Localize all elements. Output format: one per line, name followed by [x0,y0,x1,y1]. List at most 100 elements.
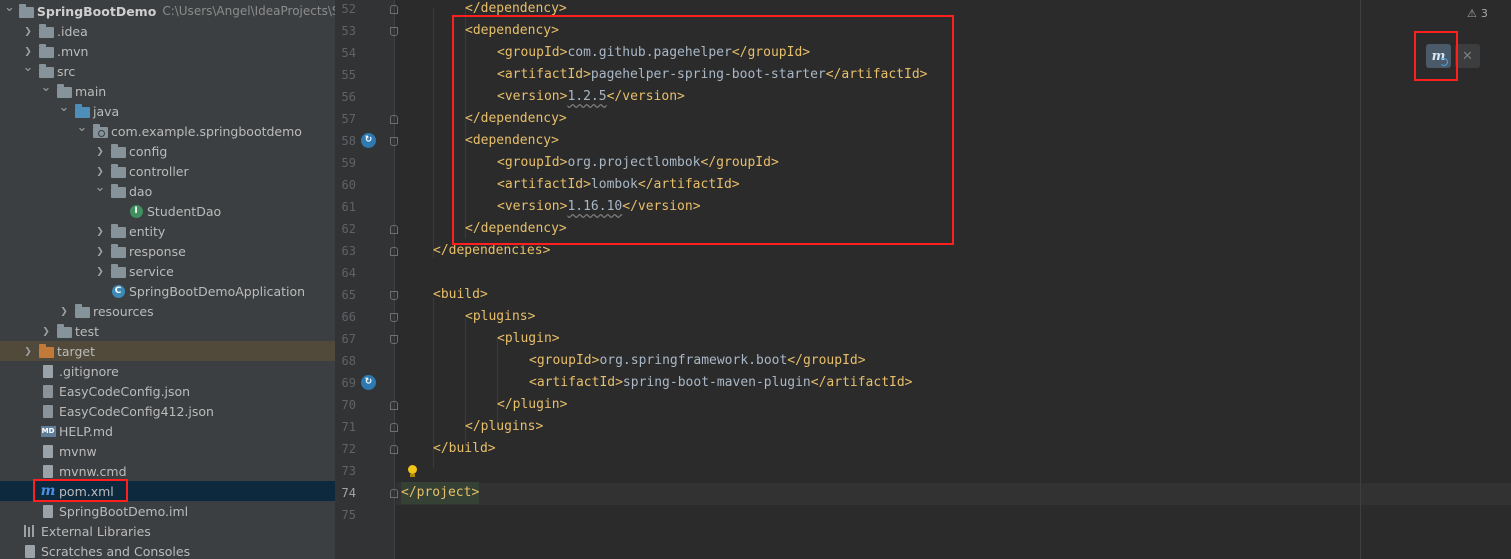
fold-marker-icon[interactable] [390,137,398,146]
code-line[interactable]: </dependency> [465,0,567,20]
chevron-right-icon[interactable] [22,26,34,37]
tree-item-easycodeconfig[interactable]: EasyCodeConfig.json [0,381,335,401]
code-line[interactable]: <version>1.16.10</version> [497,196,701,218]
fold-marker-icon[interactable] [390,401,398,410]
resources-folder-icon [74,303,90,318]
tree-item-main[interactable]: main [0,81,335,101]
chevron-right-icon[interactable] [40,326,52,337]
chevron-down-icon[interactable] [22,64,34,79]
inspection-widget[interactable]: ⚠ 3 [1467,7,1488,20]
fold-marker-icon[interactable] [390,291,398,300]
close-icon[interactable]: ✕ [1455,44,1480,68]
refresh-icon [1440,58,1448,66]
code-line[interactable]: <version>1.2.5</version> [497,86,685,108]
code-line[interactable]: <artifactId>pagehelper-spring-boot-start… [497,64,927,86]
tree-item-config[interactable]: config [0,141,335,161]
chevron-right-icon[interactable] [94,226,106,237]
xml-tag: <plugins> [465,309,536,324]
tree-item-target[interactable]: target [0,341,335,361]
fold-marker-icon[interactable] [390,247,398,256]
chevron-right-icon[interactable] [94,166,106,177]
tree-item-pom[interactable]: m pom.xml [0,481,335,501]
line-number: 75 [341,508,356,522]
code-line[interactable]: </project> [401,482,480,504]
chevron-down-icon[interactable] [58,104,70,119]
chevron-down-icon[interactable] [94,184,106,199]
code-line[interactable]: <artifactId>spring-boot-maven-plugin</ar… [529,372,913,394]
xml-text: org.springframework.boot [599,353,788,368]
code-line[interactable]: <plugin> [497,328,560,350]
tree-item-mvnw-cmd[interactable]: mvnw.cmd [0,461,335,481]
chevron-down-icon[interactable] [4,4,15,19]
tree-item-package[interactable]: com.example.springbootdemo [0,121,335,141]
lightbulb-icon[interactable] [407,465,418,477]
tree-item-src[interactable]: src [0,61,335,81]
tree-item-gitignore[interactable]: .gitignore [0,361,335,381]
plugin-gutter-icon[interactable]: ↻ [361,375,376,390]
maven-reload-button[interactable]: m [1426,44,1451,68]
tree-item-iml[interactable]: SpringBootDemo.iml [0,501,335,521]
code-line[interactable]: <groupId>com.github.pagehelper</groupId> [497,42,810,64]
tree-item-resources[interactable]: resources [0,301,335,321]
line-number: 55 [341,68,356,82]
code-line[interactable]: <dependency> [465,130,559,152]
code-line[interactable]: </dependencies> [433,240,550,262]
tree-item-mvn[interactable]: .mvn [0,41,335,61]
tree-item-mvnw[interactable]: mvnw [0,441,335,461]
code-line[interactable]: <groupId>org.springframework.boot</group… [529,350,866,372]
tree-item-label: main [75,83,107,99]
fold-marker-icon[interactable] [390,115,398,124]
line-number: 67 [341,332,356,346]
project-path: C:\Users\Angel\IdeaProjects\Sp [162,4,335,18]
tree-item-help[interactable]: MD HELP.md [0,421,335,441]
fold-marker-icon[interactable] [390,489,398,498]
tree-item-idea[interactable]: .idea [0,21,335,41]
file-icon [40,464,56,478]
chevron-right-icon[interactable] [22,346,34,357]
chevron-right-icon[interactable] [94,266,106,277]
project-name: SpringBootDemo [36,3,157,19]
xml-tag: <groupId> [529,353,600,368]
tree-item-external-libraries[interactable]: External Libraries [0,521,335,541]
xml-tag: </version> [606,89,685,104]
fold-marker-icon[interactable] [390,225,398,234]
tree-item-test[interactable]: test [0,321,335,341]
fold-marker-icon[interactable] [390,445,398,454]
chevron-down-icon[interactable] [40,84,52,99]
fold-marker-icon[interactable] [390,27,398,36]
chevron-right-icon[interactable] [22,46,34,57]
tree-item-entity[interactable]: entity [0,221,335,241]
fold-marker-icon[interactable] [390,313,398,322]
code-line[interactable]: <plugins> [465,306,535,328]
tree-item-controller[interactable]: controller [0,161,335,181]
chevron-down-icon[interactable] [76,124,88,139]
chevron-right-icon[interactable] [94,246,106,257]
code-line[interactable]: <artifactId>lombok</artifactId> [497,174,740,196]
tree-item-studentdao[interactable]: I StudentDao [0,201,335,221]
code-line[interactable]: </plugin> [497,394,567,416]
code-line[interactable]: </dependency> [465,218,567,240]
dependency-gutter-icon[interactable]: ↻ [361,133,376,148]
code-line[interactable]: <build> [433,284,488,306]
code-line[interactable]: </dependency> [465,108,567,130]
code-line[interactable]: </build> [433,438,496,460]
code-line[interactable]: <dependency> [465,20,559,42]
tree-item-java[interactable]: java [0,101,335,121]
chevron-right-icon[interactable] [94,146,106,157]
tree-item-dao[interactable]: dao [0,181,335,201]
code-line[interactable]: </plugins> [465,416,543,438]
tree-item-application[interactable]: C SpringBootDemoApplication [0,281,335,301]
tree-item-label: HELP.md [59,423,113,439]
tree-item-scratches[interactable]: Scratches and Consoles [0,541,335,559]
line-number: 61 [341,200,356,214]
fold-marker-icon[interactable] [390,423,398,432]
tree-item-response[interactable]: response [0,241,335,261]
chevron-right-icon[interactable] [58,306,70,317]
fold-marker-icon[interactable] [390,5,398,14]
code-line[interactable]: <groupId>org.projectlombok</groupId> [497,152,779,174]
tree-item-easycodeconfig412[interactable]: EasyCodeConfig412.json [0,401,335,421]
fold-marker-icon[interactable] [390,335,398,344]
module-file-icon [40,504,56,518]
tree-item-service[interactable]: service [0,261,335,281]
tree-root[interactable]: SpringBootDemo C:\Users\Angel\IdeaProjec… [0,1,335,21]
